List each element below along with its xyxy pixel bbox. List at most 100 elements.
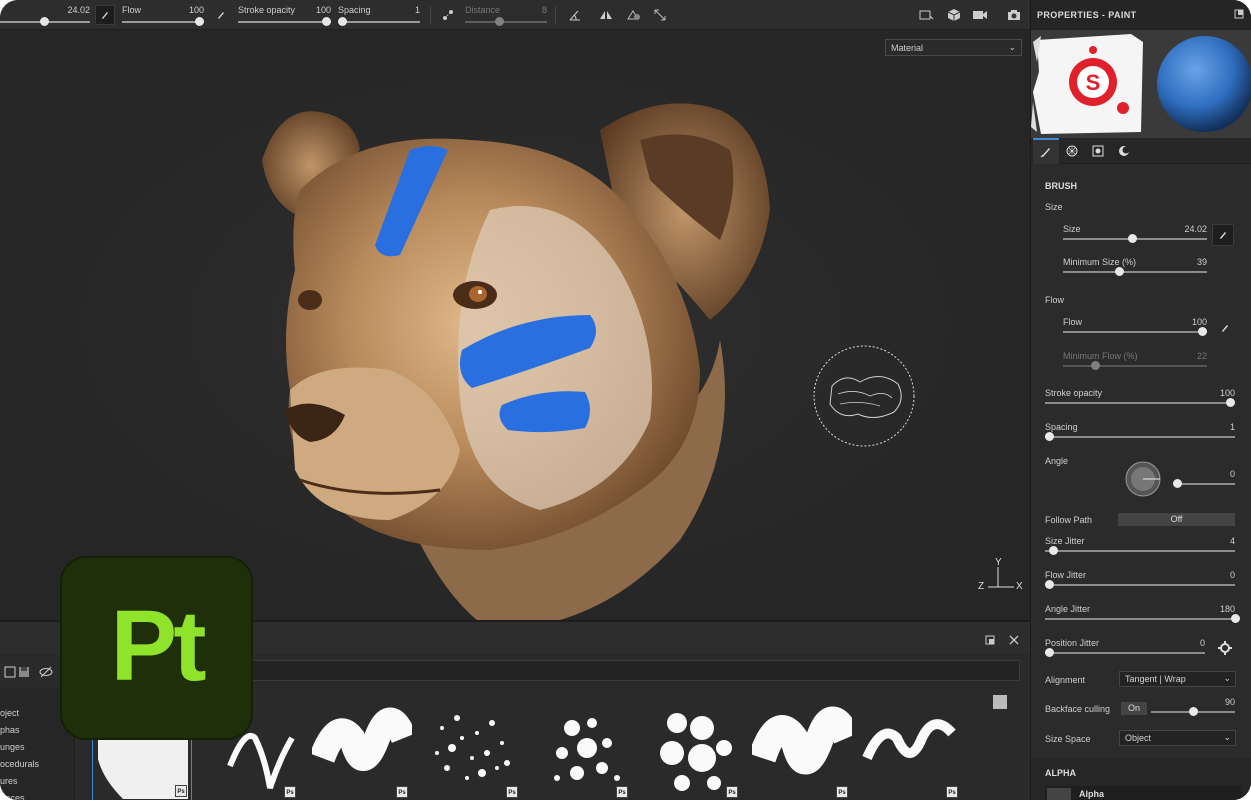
properties-paint-panel: PROPERTIES - PAINT S BRUSH Size Size 24.… bbox=[1030, 0, 1251, 800]
viewport-material-value: Material bbox=[891, 43, 924, 53]
toolbar-distance-slider[interactable]: Distance 8 bbox=[465, 2, 547, 28]
angle-jitter-slider[interactable]: Angle Jitter 180 bbox=[1045, 604, 1240, 630]
toolbar-spacing-slider[interactable]: Spacing 1 bbox=[338, 2, 420, 28]
toolbar-stroke-opacity-value: 100 bbox=[315, 5, 331, 15]
camera-video-icon[interactable] bbox=[970, 5, 990, 25]
shelf-category-item[interactable]: phas bbox=[0, 725, 20, 735]
size-jitter-slider[interactable]: Size Jitter 4 bbox=[1045, 536, 1235, 562]
toolbar-stroke-opacity-slider[interactable]: Stroke opacity 100 bbox=[238, 2, 331, 28]
brush-thumbnail[interactable]: Ps bbox=[862, 698, 962, 800]
minimum-size-slider[interactable]: Minimum Size (%) 39 bbox=[1063, 257, 1207, 283]
shelf-float-icon[interactable] bbox=[980, 630, 1000, 650]
size-knob[interactable] bbox=[1128, 234, 1138, 243]
shelf-close-icon[interactable] bbox=[1004, 630, 1024, 650]
flow-knob[interactable] bbox=[1198, 327, 1207, 336]
3d-viewport[interactable]: Material ⌄ Y Z X bbox=[0, 30, 1030, 630]
photoshop-badge-icon: Ps bbox=[946, 786, 958, 798]
spacing-slider[interactable]: Spacing 1 bbox=[1045, 422, 1235, 448]
backface-culling-toggle[interactable]: On bbox=[1121, 702, 1147, 715]
position-jitter-track bbox=[1045, 652, 1205, 654]
viewport-material-select[interactable]: Material ⌄ bbox=[885, 39, 1022, 56]
size-slider[interactable]: Size 24.02 bbox=[1063, 224, 1207, 250]
display-mode-cube-icon[interactable] bbox=[944, 5, 964, 25]
brush-thumbnail[interactable]: Ps bbox=[642, 698, 742, 800]
spacing-knob[interactable] bbox=[1045, 432, 1054, 441]
toolbar-distance-knob[interactable] bbox=[495, 17, 504, 26]
photoshop-badge-icon: Ps bbox=[175, 785, 187, 797]
toolbar-spacing-knob[interactable] bbox=[338, 17, 347, 26]
toolbar-size-knob[interactable] bbox=[40, 17, 49, 26]
angle-knob[interactable] bbox=[1173, 479, 1182, 488]
symmetry-angle-icon[interactable] bbox=[565, 5, 585, 25]
angle-dial[interactable] bbox=[1123, 459, 1163, 499]
tab-mask[interactable] bbox=[1111, 138, 1137, 164]
brush-thumbnail[interactable]: Ps bbox=[532, 698, 632, 800]
brush-thumbnail[interactable]: Ps bbox=[752, 698, 852, 800]
toolbar-stroke-opacity-knob[interactable] bbox=[322, 17, 331, 26]
angle-slider[interactable]: 0 bbox=[1173, 469, 1235, 495]
paint-mirror-icon[interactable] bbox=[624, 5, 644, 25]
stroke-opacity-slider[interactable]: Stroke opacity 100 bbox=[1045, 388, 1235, 414]
position-jitter-knob[interactable] bbox=[1045, 648, 1054, 657]
pen-pressure-size-icon[interactable] bbox=[95, 5, 115, 25]
shelf-category-item[interactable]: ocedurals bbox=[0, 759, 39, 769]
tab-material[interactable] bbox=[1059, 138, 1085, 164]
size-jitter-knob[interactable] bbox=[1048, 546, 1058, 555]
alpha-item-label: Alpha bbox=[1079, 789, 1105, 799]
angle-jitter-knob[interactable] bbox=[1231, 614, 1240, 623]
toolbar-flow-slider[interactable]: Flow 100 bbox=[122, 2, 204, 28]
camera-projection-icon[interactable] bbox=[916, 5, 936, 25]
alpha-slot[interactable]: Alpha bbox=[1045, 786, 1241, 800]
chevron-down-icon: ⌄ bbox=[1223, 673, 1231, 683]
shelf-save-icon[interactable] bbox=[14, 662, 34, 682]
flow-track bbox=[1063, 331, 1207, 333]
toolbar-size-slider[interactable]: 24.02 bbox=[0, 2, 90, 28]
lazy-mouse-icon[interactable] bbox=[438, 5, 458, 25]
toolbar-size-value: 24.02 bbox=[67, 5, 90, 15]
shelf-view-toggle-icon[interactable] bbox=[990, 692, 1010, 712]
pen-pressure-flow-icon[interactable] bbox=[1215, 318, 1235, 338]
position-jitter-slider[interactable]: Position Jitter 0 bbox=[1045, 638, 1205, 664]
gear-icon[interactable] bbox=[1215, 638, 1235, 658]
flow-jitter-label: Flow Jitter bbox=[1045, 570, 1087, 580]
panel-float-icon[interactable] bbox=[1234, 9, 1246, 21]
shelf-hide-icon[interactable] bbox=[36, 662, 56, 682]
minimum-size-track bbox=[1063, 271, 1207, 273]
stencil-icon bbox=[1092, 145, 1104, 157]
follow-path-toggle[interactable]: Off bbox=[1118, 513, 1235, 526]
toolbar-flow-knob[interactable] bbox=[195, 17, 204, 26]
mask-icon bbox=[1119, 146, 1130, 156]
backface-culling-knob[interactable] bbox=[1189, 707, 1198, 716]
brush-thumbnail[interactable]: Ps bbox=[422, 698, 522, 800]
shelf-category-item[interactable]: oject bbox=[0, 708, 19, 718]
shelf-search-input[interactable] bbox=[200, 660, 1020, 681]
brush-thumbnail[interactable]: Ps bbox=[312, 698, 412, 800]
minimum-flow-slider[interactable]: Minimum Flow (%) 22 bbox=[1063, 351, 1207, 377]
tab-brush[interactable] bbox=[1033, 138, 1059, 164]
pen-pressure-flow-icon[interactable] bbox=[211, 5, 231, 25]
size-jitter-value: 4 bbox=[1229, 536, 1235, 546]
size-space-select[interactable]: Object ⌄ bbox=[1119, 730, 1236, 746]
flow-slider[interactable]: Flow 100 bbox=[1063, 317, 1207, 343]
lion-head-model bbox=[262, 103, 770, 630]
transform-icon[interactable] bbox=[650, 5, 670, 25]
minimum-size-knob[interactable] bbox=[1115, 267, 1125, 276]
backface-culling-value: 90 bbox=[1224, 697, 1235, 707]
pen-pressure-size-button[interactable] bbox=[1212, 224, 1234, 246]
tab-stencil[interactable] bbox=[1085, 138, 1111, 164]
alignment-value: Tangent | Wrap bbox=[1125, 674, 1186, 684]
toolbar-distance-track bbox=[465, 21, 547, 23]
alignment-select[interactable]: Tangent | Wrap ⌄ bbox=[1119, 671, 1236, 687]
minimum-flow-knob[interactable] bbox=[1090, 361, 1100, 370]
backface-culling-slider[interactable]: 90 bbox=[1151, 697, 1235, 723]
stroke-opacity-knob[interactable] bbox=[1226, 398, 1235, 407]
flow-jitter-knob[interactable] bbox=[1045, 580, 1054, 589]
brush-cursor bbox=[813, 345, 915, 447]
flow-jitter-slider[interactable]: Flow Jitter 0 bbox=[1045, 570, 1235, 596]
shelf-category-item[interactable]: rfaces bbox=[0, 793, 25, 800]
symmetry-icon[interactable] bbox=[596, 5, 616, 25]
shelf-category-item[interactable]: ures bbox=[0, 776, 18, 786]
size-jitter-label: Size Jitter bbox=[1045, 536, 1085, 546]
shelf-category-item[interactable]: unges bbox=[0, 742, 25, 752]
screenshot-camera-icon[interactable] bbox=[1004, 5, 1024, 25]
